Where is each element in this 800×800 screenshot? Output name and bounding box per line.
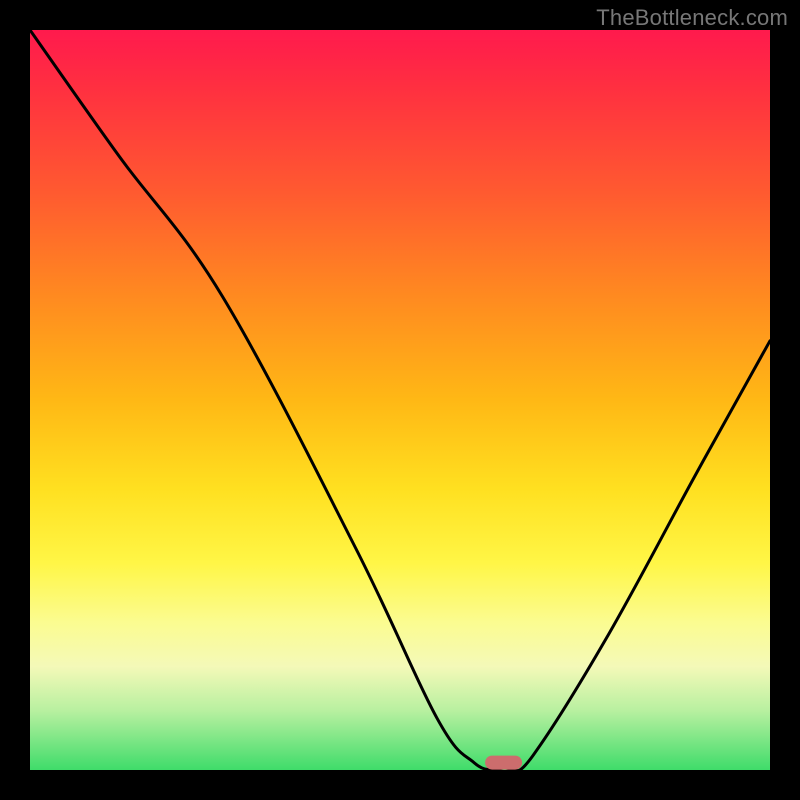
plot-area <box>30 30 770 770</box>
bottleneck-curve <box>30 30 770 770</box>
curve-layer <box>30 30 770 770</box>
bottleneck-marker <box>485 756 522 770</box>
chart-frame: TheBottleneck.com <box>0 0 800 800</box>
watermark-label: TheBottleneck.com <box>596 5 788 31</box>
